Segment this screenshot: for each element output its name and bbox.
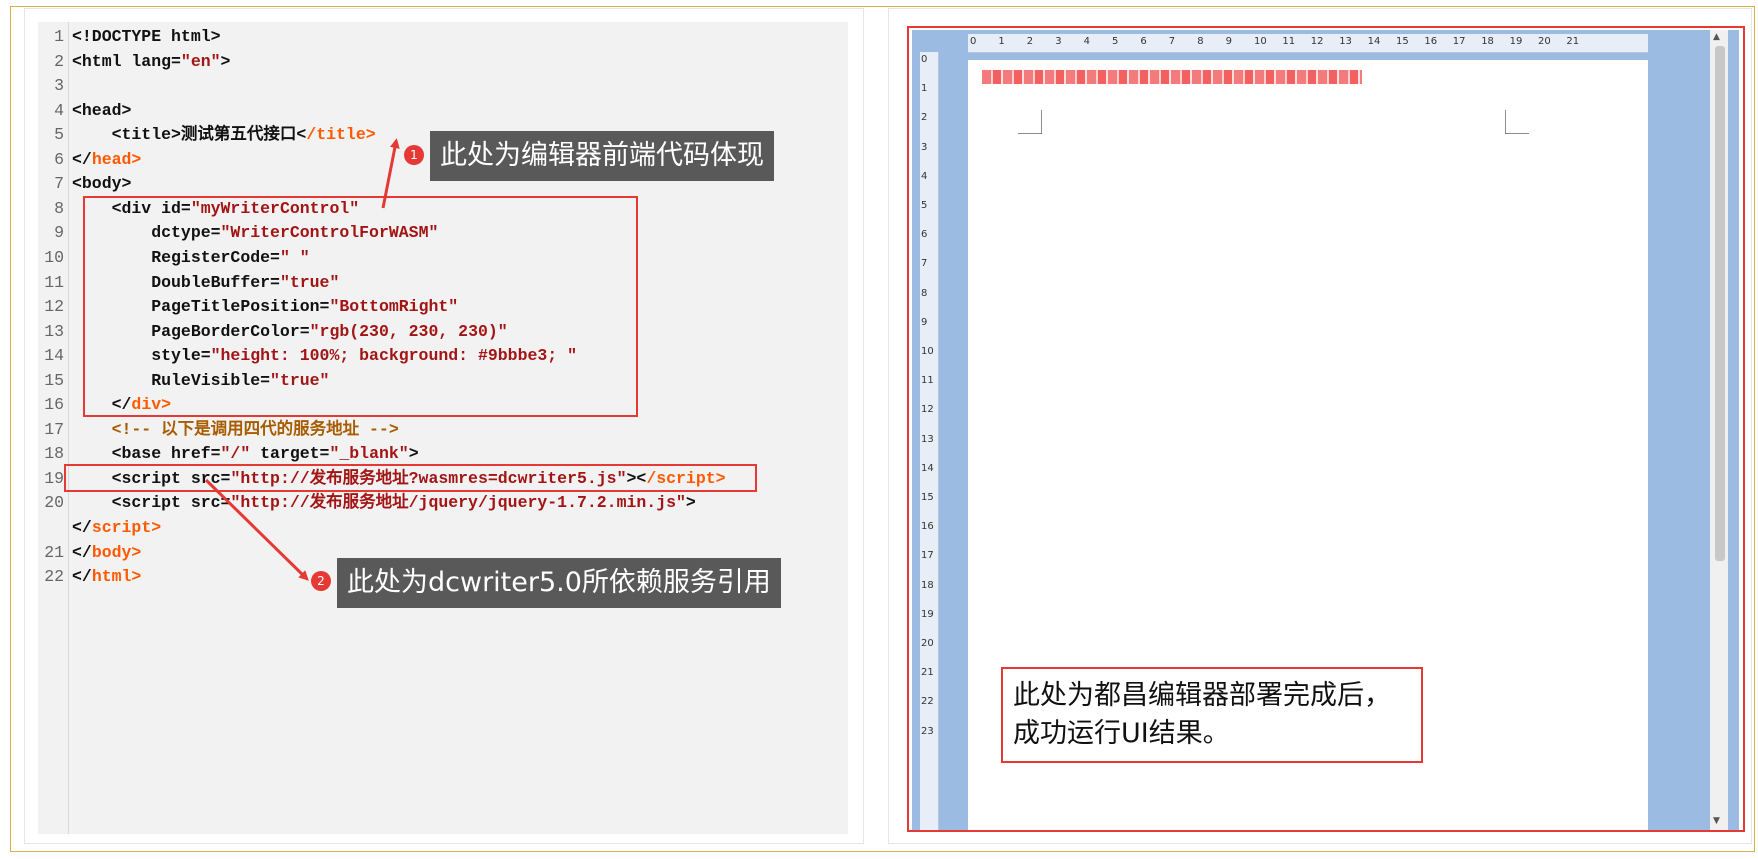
line-number: 13 xyxy=(44,321,64,341)
code-text: </html> xyxy=(72,567,142,587)
script-highlight-box xyxy=(64,464,757,492)
line-number: 6 xyxy=(54,149,64,169)
code-text: </script> xyxy=(72,518,162,537)
line-number: 7 xyxy=(54,174,64,194)
code-text: <script src="http://发布服务地址/jquery/jquery… xyxy=(72,493,696,513)
line-number: 3 xyxy=(54,76,64,96)
code-line[interactable]: 20 <script src="http://发布服务地址/jquery/jqu… xyxy=(38,489,838,516)
note-line-2: 成功运行UI结果。 xyxy=(1013,718,1230,749)
code-line[interactable]: 4 <head> xyxy=(38,97,838,124)
code-text: <html lang="en"> xyxy=(72,51,231,71)
line-number: 20 xyxy=(44,493,64,513)
code-text: <head> xyxy=(72,100,132,120)
div-highlight-box xyxy=(83,196,638,417)
line-number: 9 xyxy=(54,223,64,243)
code-text: </head> xyxy=(72,149,142,169)
callout-2-label: 此处为dcwriter5.0所依赖服务引用 xyxy=(337,558,781,608)
callout-1-label: 此处为编辑器前端代码体现 xyxy=(430,131,774,181)
preview-note: 此处为都昌编辑器部署完成后， 成功运行UI结果。 xyxy=(1001,667,1423,763)
code-line[interactable]: </script> xyxy=(38,514,838,541)
code-text: <!-- 以下是调用四代的服务地址 --> xyxy=(72,419,399,439)
callout-2-badge: 2 xyxy=(311,571,331,591)
line-number: 21 xyxy=(44,542,64,562)
code-line[interactable]: 2 <html lang="en"> xyxy=(38,48,838,75)
code-line[interactable]: 1 <!DOCTYPE html> xyxy=(38,23,838,50)
code-text: <title>测试第五代接口</title> xyxy=(72,125,376,145)
line-number: 12 xyxy=(44,297,64,317)
line-number: 15 xyxy=(44,370,64,390)
line-number: 5 xyxy=(54,125,64,145)
code-text: </body> xyxy=(72,542,142,562)
line-number: 1 xyxy=(54,27,64,46)
line-number: 8 xyxy=(54,198,64,218)
line-number: 4 xyxy=(54,100,64,120)
line-number: 16 xyxy=(44,395,64,415)
code-line[interactable]: 3 xyxy=(38,72,838,99)
code-text: <body> xyxy=(72,174,132,194)
line-number: 22 xyxy=(44,567,64,587)
line-number: 19 xyxy=(44,468,64,488)
line-number: 11 xyxy=(44,272,64,292)
line-number: 18 xyxy=(44,444,64,464)
line-number: 17 xyxy=(44,419,64,439)
line-number: 10 xyxy=(44,247,64,267)
code-text: <!DOCTYPE html> xyxy=(72,27,221,46)
line-number: 2 xyxy=(54,51,64,71)
note-line-1: 此处为都昌编辑器部署完成后， xyxy=(1013,680,1391,711)
line-number: 14 xyxy=(44,346,64,366)
code-line[interactable]: 17 <!-- 以下是调用四代的服务地址 --> xyxy=(38,416,838,443)
callout-1-badge: 1 xyxy=(404,145,424,165)
